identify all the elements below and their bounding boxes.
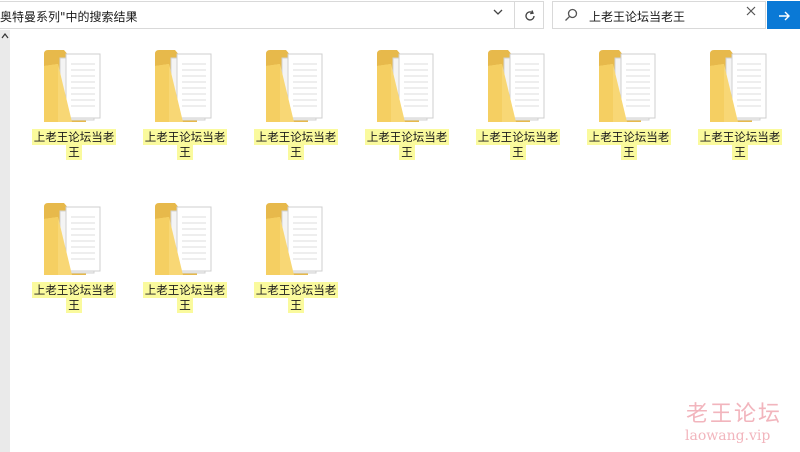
folder-label-line1: 上老王论坛当老 [142,282,228,298]
folder-label: 上老王论坛当老王 [252,282,340,313]
folder-item[interactable]: 上老王论坛当老王 [250,34,342,164]
folder-label: 上老王论坛当老王 [141,282,229,313]
folder-label-line1: 上老王论坛当老 [142,129,228,145]
clear-search-button[interactable] [745,5,757,21]
folder-label-line1: 上老王论坛当老 [475,129,561,145]
folder-label-line1: 上老王论坛当老 [364,129,450,145]
arrow-right-icon [777,6,791,24]
search-box[interactable]: 上老王论坛当老王 [552,1,766,29]
folder-label-line2: 王 [621,144,637,160]
address-bar[interactable]: 奥特曼系列"中的搜索结果 › [0,1,544,29]
watermark-title: 老王论坛 [686,402,783,427]
watermark-url: laowang.vip [685,428,771,444]
folder-icon [264,199,326,277]
folder-label-line1: 上老王论坛当老 [31,282,117,298]
folder-icon [153,199,215,277]
folder-icon [153,46,215,124]
folder-label: 上老王论坛当老王 [30,282,118,313]
folder-label-line1: 上老王论坛当老 [697,129,783,145]
folder-label-line2: 王 [288,297,304,313]
search-input[interactable]: 上老王论坛当老王 [589,8,685,25]
folder-icon [264,46,326,124]
folder-label-line1: 上老王论坛当老 [253,282,339,298]
file-list: 上老王论坛当老王 上老王论坛当老王 上老王论坛当老王 上老王论坛当老王 上老王论… [10,30,800,452]
refresh-icon [523,6,537,24]
folder-label: 上老王论坛当老王 [30,129,118,160]
folder-item[interactable]: 上老王论坛当老王 [139,34,231,164]
folder-label-line2: 王 [177,144,193,160]
folder-icon [708,46,770,124]
search-icon [563,7,579,27]
folder-icon [486,46,548,124]
folder-label: 上老王论坛当老王 [252,129,340,160]
folder-label: 上老王论坛当老王 [585,129,673,160]
folder-label: 上老王论坛当老王 [696,129,784,160]
folder-item[interactable]: 上老王论坛当老王 [583,34,675,164]
folder-label-line2: 王 [399,144,415,160]
folder-item[interactable]: 上老王论坛当老王 [694,34,786,164]
folder-icon [375,46,437,124]
folder-icon [597,46,659,124]
folder-item[interactable]: 上老王论坛当老王 [28,34,120,164]
chevron-up-icon[interactable] [1,32,9,41]
folder-label-line1: 上老王论坛当老 [586,129,672,145]
chevron-down-icon[interactable] [492,6,504,22]
folder-item[interactable]: 上老王论坛当老王 [139,187,231,317]
folder-icon [42,46,104,124]
folder-label-line2: 王 [66,297,82,313]
folder-label: 上老王论坛当老王 [141,129,229,160]
folder-label-line2: 王 [66,144,82,160]
search-go-button[interactable] [767,1,800,29]
folder-item[interactable]: 上老王论坛当老王 [361,34,453,164]
folder-label-line2: 王 [288,144,304,160]
folder-label-line1: 上老王论坛当老 [253,129,339,145]
folder-icon [42,199,104,277]
folder-label-line2: 王 [177,297,193,313]
folder-label: 上老王论坛当老王 [474,129,562,160]
folder-label-line2: 王 [732,144,748,160]
refresh-button[interactable] [514,2,544,28]
folder-item[interactable]: 上老王论坛当老王 [250,187,342,317]
folder-label-line1: 上老王论坛当老 [31,129,117,145]
folder-label: 上老王论坛当老王 [363,129,451,160]
navigation-pane-scrollbar[interactable] [0,30,10,452]
folder-label-line2: 王 [510,144,526,160]
top-bar: 奥特曼系列"中的搜索结果 › 上老王论坛当老王 [0,0,800,30]
close-icon [745,5,757,21]
breadcrumb[interactable]: 奥特曼系列"中的搜索结果 [0,8,138,25]
breadcrumb-chevron-icon[interactable]: › [132,7,137,21]
folder-item[interactable]: 上老王论坛当老王 [28,187,120,317]
folder-item[interactable]: 上老王论坛当老王 [472,34,564,164]
